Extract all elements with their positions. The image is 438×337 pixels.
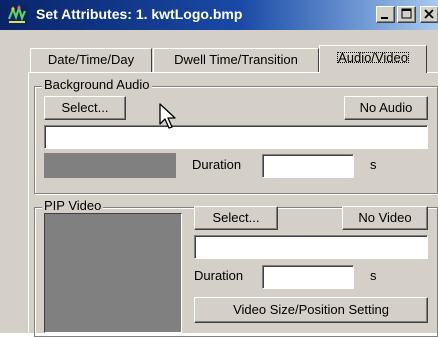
tab-label: Date/Time/Day (47, 52, 135, 67)
audio-duration-label: Duration (192, 157, 242, 172)
tab-label: Audio/Video (334, 49, 412, 66)
audio-file-field[interactable] (44, 125, 428, 149)
title-bar[interactable]: Set Attributes: 1. kwtLogo.bmp (0, 0, 438, 30)
audio-file-input[interactable] (45, 126, 427, 148)
video-duration-label: Duration (194, 268, 244, 283)
no-audio-button[interactable]: No Audio (344, 96, 428, 120)
close-button[interactable] (420, 6, 438, 23)
tab-date-time-day[interactable]: Date/Time/Day (30, 48, 152, 72)
video-file-input[interactable] (195, 236, 427, 258)
close-icon (424, 9, 434, 19)
pip-video-preview (44, 213, 182, 333)
tab-audio-video[interactable]: Audio/Video (319, 45, 427, 73)
maximize-button[interactable] (397, 6, 416, 23)
minimize-button[interactable] (376, 6, 395, 23)
maximize-icon (401, 8, 412, 19)
video-duration-input[interactable] (263, 266, 353, 288)
video-duration-unit: s (370, 268, 377, 283)
minimize-icon (381, 17, 388, 19)
no-audio-label: No Audio (359, 100, 413, 115)
tab-dwell-time-transition[interactable]: Dwell Time/Transition (153, 48, 319, 72)
no-video-button[interactable]: No Video (342, 206, 428, 230)
video-file-field[interactable] (194, 235, 428, 259)
tab-label: Dwell Time/Transition (174, 52, 298, 67)
background-audio-label: Background Audio (42, 77, 152, 92)
audio-duration-field[interactable] (262, 154, 354, 178)
video-select-label: Select... (212, 210, 260, 225)
app-icon[interactable] (6, 5, 28, 25)
video-size-position-label: Video Size/Position Setting (233, 302, 389, 317)
video-duration-field[interactable] (262, 265, 354, 289)
audio-duration-unit: s (370, 157, 377, 172)
mouse-pointer-icon (159, 103, 176, 129)
audio-duration-input[interactable] (263, 155, 353, 177)
audio-preview-box (44, 153, 176, 178)
audio-select-button[interactable]: Select... (44, 96, 126, 120)
pip-video-label: PIP Video (42, 198, 104, 213)
audio-select-label: Select... (61, 100, 109, 115)
window-title: Set Attributes: 1. kwtLogo.bmp (36, 6, 243, 22)
dialog-window: Set Attributes: 1. kwtLogo.bmp Date/Time… (0, 0, 438, 337)
video-size-position-button[interactable]: Video Size/Position Setting (194, 297, 428, 323)
no-video-label: No Video (358, 210, 412, 225)
video-select-button[interactable]: Select... (194, 206, 278, 230)
